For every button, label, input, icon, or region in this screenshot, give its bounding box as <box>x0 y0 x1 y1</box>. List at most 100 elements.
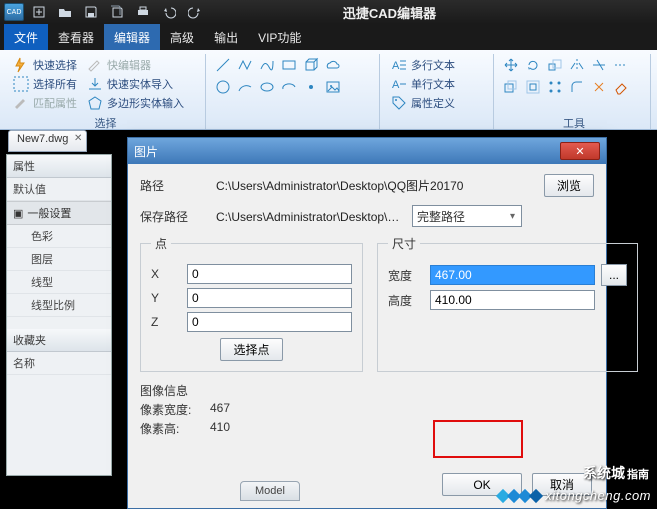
document-tab-label: New7.dwg <box>17 133 68 145</box>
menu-advanced[interactable]: 高级 <box>160 24 204 50</box>
image-icon[interactable] <box>324 78 342 96</box>
model-tab[interactable]: Model <box>240 481 300 501</box>
close-tab-icon[interactable]: ✕ <box>74 133 82 144</box>
label: 选择所有 <box>33 76 77 92</box>
menu-editor[interactable]: 编辑器 <box>104 24 160 50</box>
cloud-icon[interactable] <box>324 56 342 74</box>
erase-icon[interactable] <box>612 78 630 96</box>
width-label: 宽度 <box>388 267 424 284</box>
default-row[interactable]: 默认值 <box>7 178 111 201</box>
section-general[interactable]: ▣一般设置 <box>7 201 111 225</box>
rect-icon[interactable] <box>280 56 298 74</box>
stext-button[interactable]: A单行文本 <box>388 75 487 93</box>
close-icon[interactable]: ✕ <box>560 142 600 160</box>
watermark-cubes-icon <box>498 491 541 501</box>
polygon-icon <box>87 95 103 111</box>
explode-icon[interactable] <box>590 78 608 96</box>
point-icon[interactable] <box>302 78 320 96</box>
collapse-icon: ▣ <box>13 207 23 220</box>
path-label: 路径 <box>140 177 210 194</box>
attrdef-button[interactable]: 属性定义 <box>388 94 487 112</box>
row-name[interactable]: 名称 <box>7 352 111 375</box>
select-all-button[interactable]: 选择所有 <box>10 75 80 93</box>
menu-vip[interactable]: VIP功能 <box>248 24 311 50</box>
z-input[interactable] <box>187 312 352 332</box>
lightning-icon <box>13 57 29 73</box>
y-input[interactable] <box>187 288 352 308</box>
height-label: 高度 <box>388 292 424 309</box>
spline-icon[interactable] <box>258 56 276 74</box>
save-icon[interactable] <box>80 3 102 21</box>
label: 多边形实体输入 <box>107 95 184 111</box>
fillet-icon[interactable] <box>568 78 586 96</box>
ellipse-icon[interactable] <box>258 78 276 96</box>
app-title: 迅捷CAD编辑器 <box>206 3 573 22</box>
menu-output[interactable]: 输出 <box>204 24 248 50</box>
row-layer[interactable]: 图层 <box>7 248 111 271</box>
scale-icon[interactable] <box>546 56 564 74</box>
save-path-label: 保存路径 <box>140 208 210 225</box>
extend-icon[interactable] <box>612 56 630 74</box>
ellipse-arc-icon[interactable] <box>280 78 298 96</box>
stext-icon: A <box>391 76 407 92</box>
document-tab[interactable]: New7.dwg ✕ <box>8 130 87 152</box>
width-input[interactable] <box>430 265 595 285</box>
save-mode-select[interactable]: 完整路径 <box>412 205 522 227</box>
box3d-icon[interactable] <box>302 56 320 74</box>
label: 快速实体导入 <box>107 76 173 92</box>
height-input[interactable] <box>430 290 595 310</box>
select-value: 完整路径 <box>417 208 465 225</box>
px-height-label: 像素高: <box>140 420 200 437</box>
ribbon-group-tools: 工具 <box>498 115 650 130</box>
mirror-icon[interactable] <box>568 56 586 74</box>
more-button[interactable]: ... <box>601 264 627 286</box>
mtext-button[interactable]: A 多行文本 <box>388 56 487 74</box>
menu-viewer[interactable]: 查看器 <box>48 24 104 50</box>
row-linescale[interactable]: 线型比例 <box>7 294 111 317</box>
x-input[interactable] <box>187 264 352 284</box>
copy-icon[interactable] <box>502 78 520 96</box>
move-icon[interactable] <box>502 56 520 74</box>
polygon-input-button[interactable]: 多边形实体输入 <box>84 94 187 112</box>
point-fieldset: 点 X Y Z 选择点 <box>140 235 363 372</box>
arc-icon[interactable] <box>236 78 254 96</box>
open-icon[interactable] <box>54 3 76 21</box>
offset-icon[interactable] <box>524 78 542 96</box>
saveall-icon[interactable] <box>106 3 128 21</box>
line-icon[interactable] <box>214 56 232 74</box>
row-color[interactable]: 色彩 <box>7 225 111 248</box>
print-icon[interactable] <box>132 3 154 21</box>
properties-header: 属性 <box>7 155 111 178</box>
watermark-url: xitongcheng.com <box>545 488 651 503</box>
dialog-titlebar[interactable]: 图片 ✕ <box>128 138 606 164</box>
undo-icon[interactable] <box>158 3 180 21</box>
edit-icon <box>87 57 103 73</box>
redo-icon[interactable] <box>184 3 206 21</box>
svg-text:A: A <box>392 60 400 72</box>
circle-icon[interactable] <box>214 78 232 96</box>
app-logo-icon: CAD <box>4 3 24 21</box>
path-value: C:\Users\Administrator\Desktop\QQ图片20170 <box>216 177 538 194</box>
y-label: Y <box>151 291 181 305</box>
array-icon[interactable] <box>546 78 564 96</box>
row-linetype[interactable]: 线型 <box>7 271 111 294</box>
quick-select-button[interactable]: 快速选择 <box>10 56 80 74</box>
save-path-value: C:\Users\Administrator\Desktop\QQ图片2 <box>216 208 406 225</box>
select-all-icon <box>13 76 29 92</box>
label: 匹配属性 <box>33 95 77 111</box>
fast-import-button[interactable]: 快速实体导入 <box>84 75 187 93</box>
watermark-zh: 系统城指南 <box>583 463 649 483</box>
point-legend: 点 <box>151 235 171 252</box>
label: 属性定义 <box>411 95 455 111</box>
pick-point-button[interactable]: 选择点 <box>220 338 282 361</box>
image-dialog: 图片 ✕ 路径 C:\Users\Administrator\Desktop\Q… <box>127 137 607 509</box>
rotate-icon[interactable] <box>524 56 542 74</box>
polyline-icon[interactable] <box>236 56 254 74</box>
label: 快速选择 <box>33 57 77 73</box>
new-icon[interactable] <box>28 3 50 21</box>
browse-button[interactable]: 浏览 <box>544 174 594 197</box>
trim-icon[interactable] <box>590 56 608 74</box>
label: 快编辑器 <box>107 57 151 73</box>
menu-file[interactable]: 文件 <box>4 24 48 50</box>
label: 多行文本 <box>411 57 455 73</box>
